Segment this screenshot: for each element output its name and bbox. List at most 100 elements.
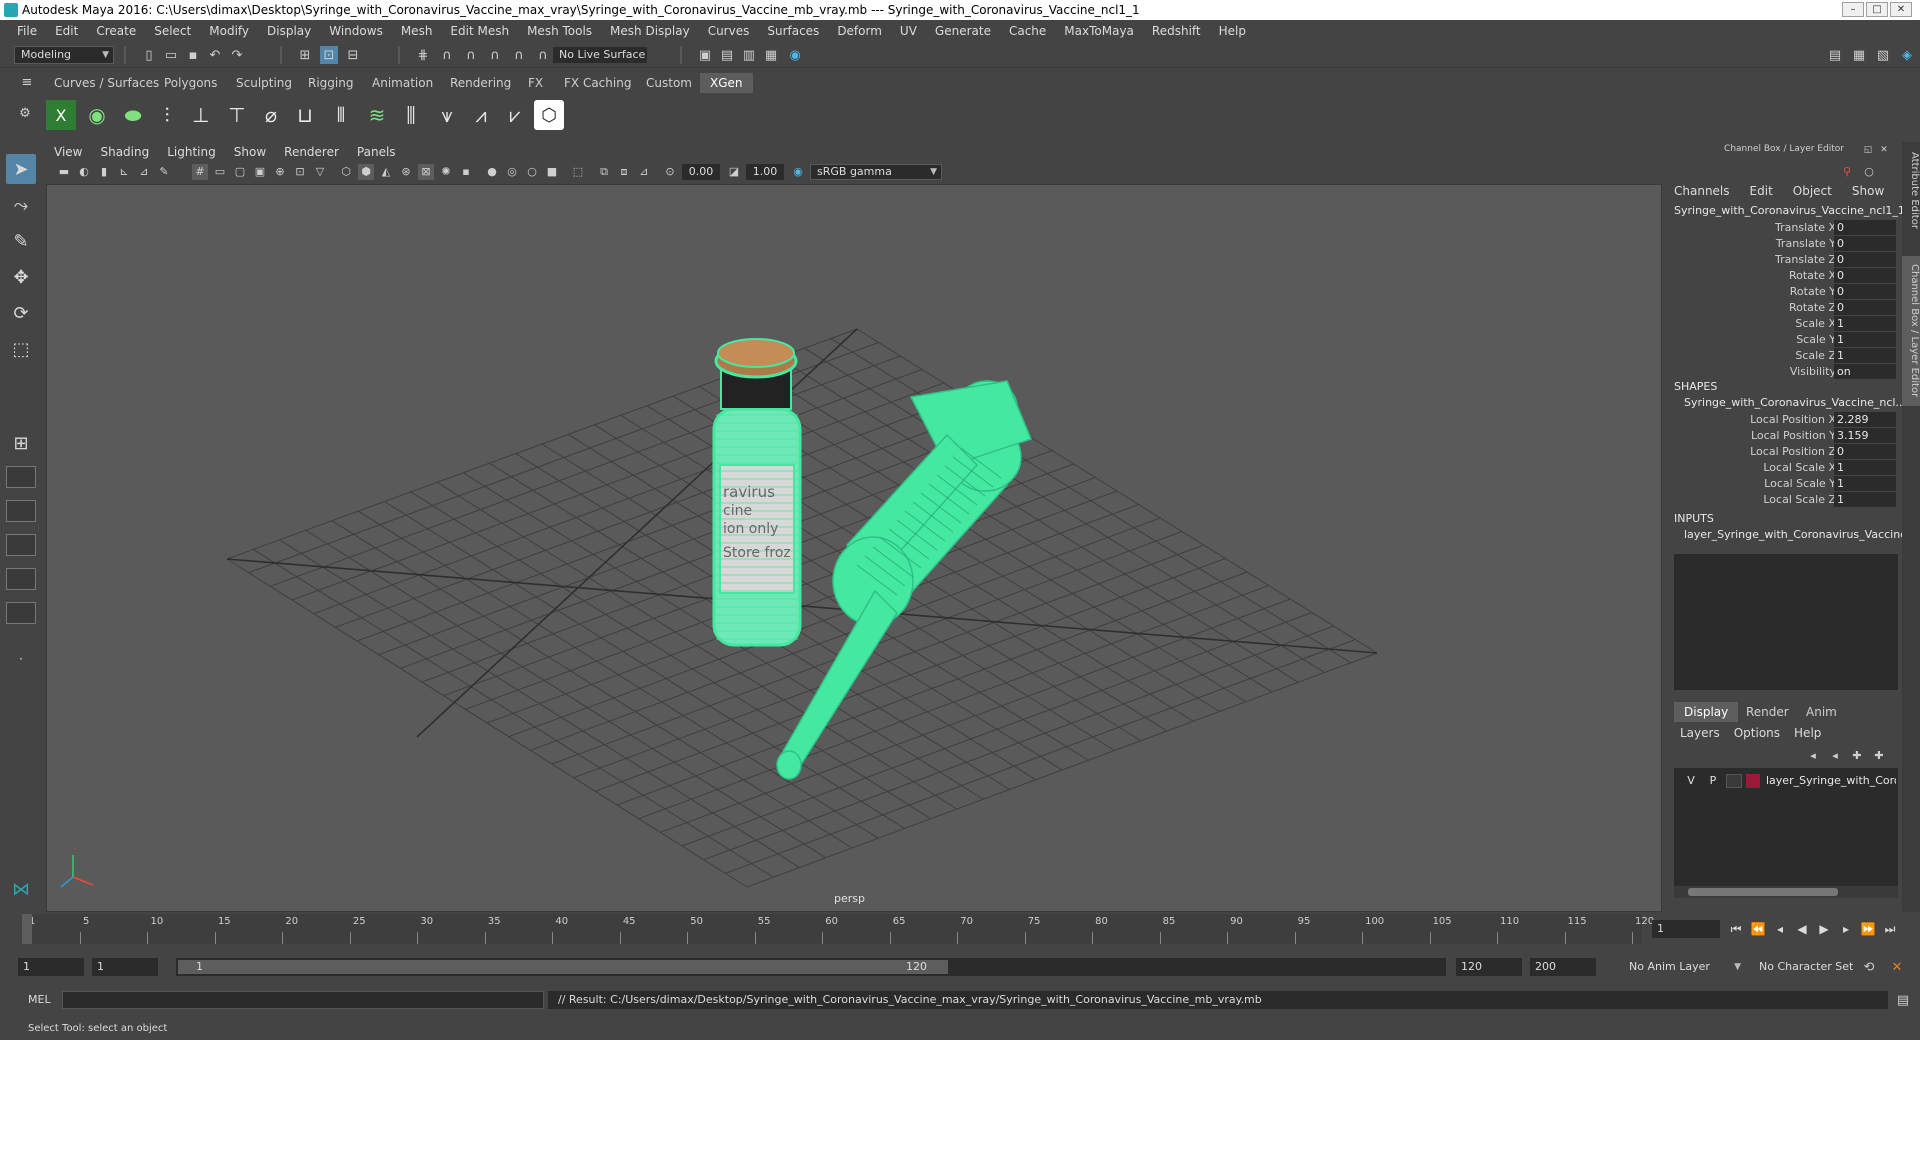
layer-playback-toggle[interactable]: P xyxy=(1706,774,1720,788)
channel-label[interactable]: Rotate Z xyxy=(1789,301,1836,314)
menu-display[interactable]: Display xyxy=(258,24,320,38)
shelf-tab-curves-surfaces[interactable]: Curves / Surfaces xyxy=(44,73,169,93)
render-frame-icon[interactable]: ▤ xyxy=(718,46,736,64)
menu-windows[interactable]: Windows xyxy=(320,24,392,38)
shelf-tab-rigging[interactable]: Rigging xyxy=(298,73,363,93)
channel-value[interactable]: on xyxy=(1834,364,1896,379)
channel-row[interactable]: Local Position Y 3.159 xyxy=(1666,428,1902,444)
exposure-field[interactable]: 0.00 xyxy=(682,164,720,180)
vp-menu-view[interactable]: View xyxy=(54,145,82,159)
channel-label[interactable]: Local Position Y xyxy=(1751,429,1836,442)
channel-row[interactable]: Rotate Z0 xyxy=(1666,300,1902,316)
shape-name[interactable]: Syringe_with_Coronavirus_Vaccine_ncl... xyxy=(1684,396,1906,409)
menu-create[interactable]: Create xyxy=(87,24,145,38)
current-frame-field[interactable]: 1 xyxy=(1652,920,1720,938)
image-plane-icon[interactable]: ⊾ xyxy=(116,164,132,180)
vp-menu-renderer[interactable]: Renderer xyxy=(284,145,339,159)
channel-value[interactable]: 0 xyxy=(1834,300,1896,315)
layer-menu-options[interactable]: Options xyxy=(1734,726,1780,740)
lock-icon[interactable]: ○ xyxy=(1860,162,1878,180)
channel-value[interactable]: 1 xyxy=(1834,332,1896,347)
step-back-icon[interactable]: ⏪ xyxy=(1750,922,1766,937)
depth-of-field-icon[interactable]: ■ xyxy=(544,164,560,180)
save-scene-icon[interactable]: ▪ xyxy=(184,46,202,64)
snap-grid-icon[interactable]: ⋕ xyxy=(414,46,432,64)
xgen-delete-guide-icon[interactable]: ⩗ xyxy=(500,100,530,130)
camera-attributes-icon[interactable]: ◐ xyxy=(76,164,92,180)
xgen-editor-icon[interactable]: X xyxy=(46,100,76,130)
menu-file[interactable]: File xyxy=(8,24,46,38)
menu-edit-mesh[interactable]: Edit Mesh xyxy=(441,24,518,38)
vp-menu-show[interactable]: Show xyxy=(234,145,266,159)
select-tool-icon[interactable]: ➤ xyxy=(6,154,36,184)
channel-row[interactable]: Local Scale Y1 xyxy=(1666,476,1902,492)
shelf-tab-custom[interactable]: Custom xyxy=(636,73,702,93)
shelf-menu-icon[interactable]: ≡ xyxy=(18,73,36,91)
render-view-icon[interactable]: ▣ xyxy=(696,46,714,64)
isolate-select-icon[interactable]: ⬚ xyxy=(570,164,586,180)
channel-row[interactable]: Translate X0 xyxy=(1666,220,1902,236)
two-d-pan-icon[interactable]: ⊿ xyxy=(136,164,152,180)
play-forward-icon[interactable]: ▶ xyxy=(1816,922,1832,937)
wireframe-on-shaded-icon[interactable]: ◭ xyxy=(378,164,394,180)
xgen-sculpt-guide-icon[interactable]: ⩛ xyxy=(432,100,462,130)
redo-icon[interactable]: ↷ xyxy=(228,46,246,64)
undo-icon[interactable]: ↶ xyxy=(206,46,224,64)
single-perspective-layout-icon[interactable]: ⊞ xyxy=(6,428,36,458)
selected-object-name[interactable]: Syringe_with_Coronavirus_Vaccine_ncl1_1 xyxy=(1674,204,1905,217)
channel-row[interactable]: Scale Y1 xyxy=(1666,332,1902,348)
go-to-end-icon[interactable]: ⏭ xyxy=(1882,922,1898,937)
channel-label[interactable]: Scale X xyxy=(1795,317,1836,330)
channel-box-toggle-icon[interactable]: ◈ xyxy=(1898,46,1916,64)
shelf-tab-xgen[interactable]: XGen xyxy=(700,73,753,93)
layer-menu-layers[interactable]: Layers xyxy=(1680,726,1720,740)
menu-mesh-display[interactable]: Mesh Display xyxy=(601,24,699,38)
script-editor-icon[interactable]: ▤ xyxy=(1894,991,1912,1009)
render-settings-icon[interactable]: ▦ xyxy=(762,46,780,64)
channel-row[interactable]: Scale Z1 xyxy=(1666,348,1902,364)
menu-generate[interactable]: Generate xyxy=(926,24,1000,38)
layer-display-type[interactable] xyxy=(1726,774,1742,788)
timeline-ruler[interactable]: 1 5 10 15 20 25 30 35 40 45 50 55 60 65 70 75 80 85 90 95 10… xyxy=(22,914,1654,944)
move-tool-icon[interactable]: ✥ xyxy=(6,262,36,292)
gamma-field[interactable]: 1.00 xyxy=(746,164,784,180)
graph-layout-icon[interactable] xyxy=(6,602,36,624)
channel-row[interactable]: Visibility on xyxy=(1666,364,1902,380)
xgen-create-description-icon[interactable]: ⬬ xyxy=(118,100,148,130)
channel-label[interactable]: Rotate Y xyxy=(1790,285,1836,298)
select-hierarchy-icon[interactable]: ⊞ xyxy=(296,46,314,64)
select-object-icon[interactable]: ⊡ xyxy=(320,46,338,64)
shelf-tab-rendering[interactable]: Rendering xyxy=(440,73,521,93)
command-input[interactable] xyxy=(62,991,544,1009)
shelf-tab-fx-caching[interactable]: FX Caching xyxy=(554,73,641,93)
channel-row[interactable]: Local Position Z0 xyxy=(1666,444,1902,460)
animation-end-field[interactable]: 200 xyxy=(1530,958,1596,976)
xgen-add-guide-icon[interactable]: ⊥ xyxy=(186,100,216,130)
channel-row[interactable]: Translate Z0 xyxy=(1666,252,1902,268)
layer-row[interactable]: V P layer_Syringe_with_Coro xyxy=(1674,772,1898,790)
auto-key-icon[interactable]: ⟲ xyxy=(1860,958,1878,976)
menu-uv[interactable]: UV xyxy=(891,24,926,38)
xgen-preview-icon[interactable]: ◉ xyxy=(82,100,112,130)
vp-menu-panels[interactable]: Panels xyxy=(357,145,396,159)
channel-row[interactable]: Local Scale Z1 xyxy=(1666,492,1902,508)
wireframe-shading-icon[interactable]: ⬡ xyxy=(338,164,354,180)
new-layer-selected-icon[interactable]: ✚ xyxy=(1870,746,1888,764)
menu-modify[interactable]: Modify xyxy=(200,24,258,38)
channel-label[interactable]: Translate Z xyxy=(1775,253,1836,266)
close-panel-icon[interactable]: ✕ xyxy=(1878,144,1890,156)
channel-label[interactable]: Scale Z xyxy=(1795,349,1836,362)
backface-culling-icon[interactable]: ⊿ xyxy=(636,164,652,180)
channel-value[interactable]: 0 xyxy=(1834,220,1896,235)
step-forward-key-icon[interactable]: ▸ xyxy=(1838,922,1854,937)
snap-view-icon[interactable]: ∩ xyxy=(486,46,504,64)
menu-curves[interactable]: Curves xyxy=(699,24,759,38)
layer-tab-render[interactable]: Render xyxy=(1736,702,1799,722)
channel-label[interactable]: Scale Y xyxy=(1796,333,1836,346)
xgen-place-guides-icon[interactable]: ⫶ xyxy=(152,100,182,130)
hypershade-icon[interactable]: ◉ xyxy=(786,46,804,64)
go-to-start-icon[interactable]: ⏮ xyxy=(1728,922,1744,937)
channel-value[interactable]: 1 xyxy=(1834,348,1896,363)
color-space-dropdown[interactable]: sRGB gamma ▼ xyxy=(810,164,942,180)
use-all-lights-icon[interactable]: ✺ xyxy=(438,164,454,180)
